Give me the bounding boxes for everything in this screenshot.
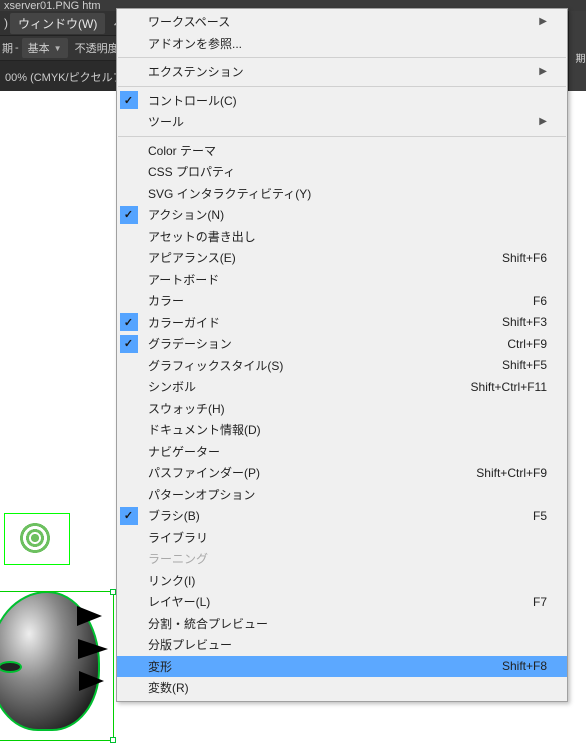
menu-item-libraries[interactable]: ライブラリ <box>117 527 567 549</box>
menu-item-swatches[interactable]: スウォッチ(H) <box>117 398 567 420</box>
toolbar-basics-dropdown[interactable]: 基本▼ <box>22 38 68 58</box>
menu-item-asset-export[interactable]: アセットの書き出し <box>117 226 567 248</box>
menu-item-layers[interactable]: レイヤー(L) F7 <box>117 591 567 613</box>
check-icon <box>120 507 138 525</box>
window-menu: ワークスペース ▶ アドオンを参照... エクステンション ▶ コントロール(C… <box>116 8 568 702</box>
menu-item-tools[interactable]: ツール ▶ <box>117 111 567 133</box>
artwork-character[interactable] <box>0 571 100 751</box>
selection-box[interactable] <box>0 591 114 741</box>
menu-item-symbols[interactable]: シンボル Shift+Ctrl+F11 <box>117 376 567 398</box>
submenu-arrow-icon: ▶ <box>535 16 547 27</box>
menu-item-variables[interactable]: 変数(R) <box>117 677 567 699</box>
submenu-arrow-icon: ▶ <box>535 66 547 77</box>
menu-item-workspace[interactable]: ワークスペース ▶ <box>117 11 567 33</box>
menu-item-control[interactable]: コントロール(C) <box>117 90 567 112</box>
check-icon <box>120 91 138 109</box>
menu-item-css-properties[interactable]: CSS プロパティ <box>117 161 567 183</box>
menu-item-flattener-preview[interactable]: 分割・統合プレビュー <box>117 613 567 635</box>
menu-item-learning: ラーニング <box>117 548 567 570</box>
menu-item-gradient[interactable]: グラデーション Ctrl+F9 <box>117 333 567 355</box>
menu-item-extensions[interactable]: エクステンション ▶ <box>117 61 567 83</box>
menu-item-color[interactable]: カラー F6 <box>117 290 567 312</box>
menu-item-color-guide[interactable]: カラーガイド Shift+F3 <box>117 312 567 334</box>
menu-item-graphic-styles[interactable]: グラフィックスタイル(S) Shift+F5 <box>117 355 567 377</box>
menu-item-brushes[interactable]: ブラシ(B) F5 <box>117 505 567 527</box>
check-icon <box>120 206 138 224</box>
check-icon <box>120 313 138 331</box>
check-icon <box>120 335 138 353</box>
menu-item-artboards[interactable]: アートボード <box>117 269 567 291</box>
menu-separator <box>118 57 566 58</box>
menu-item-browse-addons[interactable]: アドオンを参照... <box>117 33 567 55</box>
menu-separator <box>118 136 566 137</box>
menubar-window[interactable]: ウィンドウ(W) <box>10 13 105 34</box>
menu-item-pattern-options[interactable]: パターンオプション <box>117 484 567 506</box>
menu-item-pathfinder[interactable]: パスファインダー(P) Shift+Ctrl+F9 <box>117 462 567 484</box>
menu-item-separations-preview[interactable]: 分版プレビュー <box>117 634 567 656</box>
menu-item-svg-interactivity[interactable]: SVG インタラクティビティ(Y) <box>117 183 567 205</box>
menu-item-color-theme[interactable]: Color テーマ <box>117 140 567 162</box>
menu-item-links[interactable]: リンク(I) <box>117 570 567 592</box>
right-panel-tab[interactable]: 期 <box>568 11 586 101</box>
spiral-icon <box>13 519 57 557</box>
menu-item-navigator[interactable]: ナビゲーター <box>117 441 567 463</box>
menu-item-document-info[interactable]: ドキュメント情報(D) <box>117 419 567 441</box>
submenu-arrow-icon: ▶ <box>535 116 547 127</box>
menu-separator <box>118 86 566 87</box>
chevron-down-icon: ▼ <box>54 44 62 53</box>
menu-item-transform[interactable]: 変形 Shift+F8 <box>117 656 567 678</box>
toolbar-left-fragment: 期 <box>2 40 13 56</box>
menu-item-actions[interactable]: アクション(N) <box>117 204 567 226</box>
menu-item-appearance[interactable]: アピアランス(E) Shift+F6 <box>117 247 567 269</box>
